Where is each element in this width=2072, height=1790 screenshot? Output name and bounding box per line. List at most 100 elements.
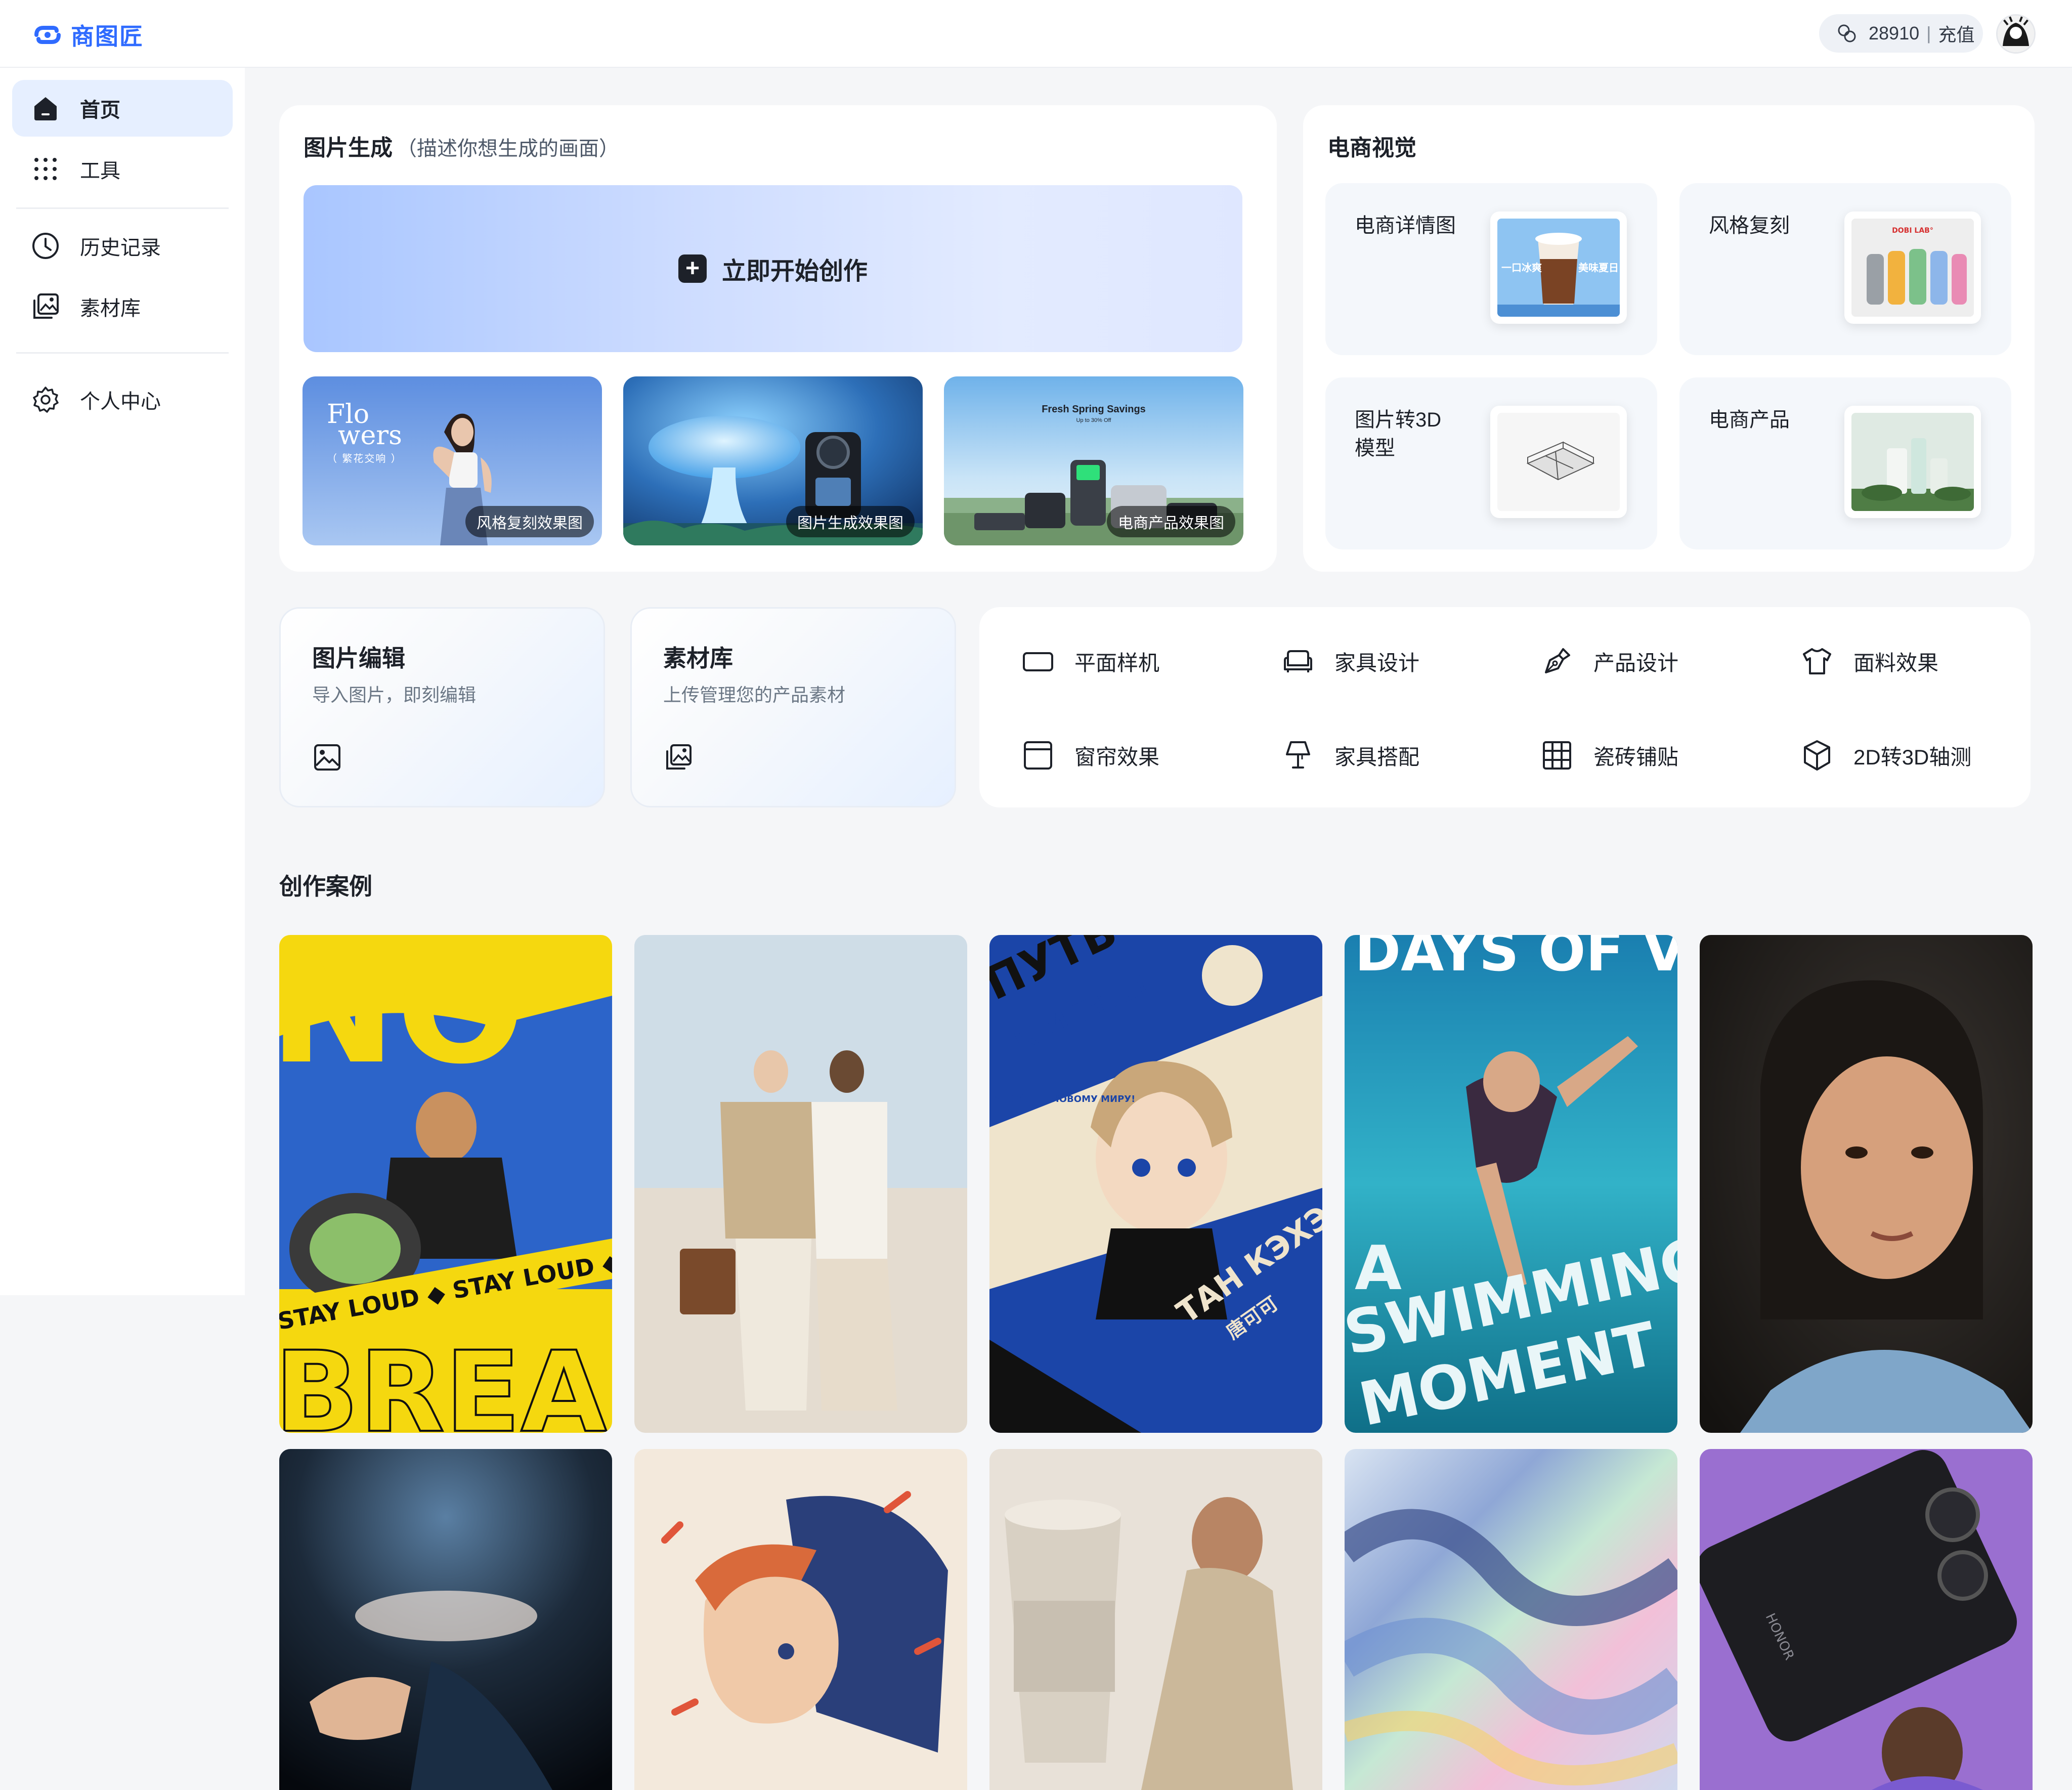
tool-card-title: 素材库	[663, 645, 733, 671]
image-edit-card[interactable]: 图片编辑 导入图片，即刻编辑	[279, 607, 605, 807]
example-tag: 电商产品效果图	[1107, 506, 1235, 537]
tshirt-icon	[1803, 648, 1831, 674]
cube-icon	[1804, 740, 1830, 771]
holographic-wave-image	[1345, 1449, 1677, 1790]
ecommerce-image-to-3d[interactable]: 图片转3D 模型	[1325, 377, 1657, 549]
sidebar-item-history[interactable]: 历史记录	[12, 218, 233, 274]
case-motion-hand[interactable]	[279, 1449, 612, 1790]
sidebar-item-label: 素材库	[80, 297, 141, 320]
case-portrait-woman[interactable]	[1700, 935, 2033, 1433]
case-illustration-boy[interactable]	[634, 1449, 967, 1790]
credits-pill[interactable]: 28910 | 充值	[1819, 14, 1983, 53]
tool-card-title: 图片编辑	[312, 645, 405, 671]
ecommerce-item-label: 风格复刻	[1709, 215, 1790, 237]
example-text: wers	[338, 420, 402, 451]
gear-icon	[33, 387, 59, 413]
ecommerce-visual-title: 电商视觉	[1327, 136, 1416, 160]
sidebar-item-label: 首页	[80, 99, 120, 121]
example-text: （ 繁花交响 ）	[327, 452, 402, 464]
case-anime-poster[interactable]: ПУТЬ К МЕЧТЕ! ВПЕРЁД, К НОВОМУ МИРУ! ТАН…	[989, 935, 1322, 1433]
lamp-icon	[1286, 741, 1310, 769]
tool-flat-mockup[interactable]: 平面样机	[1022, 638, 1159, 684]
tool-curtain-effect[interactable]: 窗帘效果	[1022, 733, 1159, 778]
brand-logo-icon	[34, 26, 61, 44]
plus-icon: +	[678, 254, 707, 283]
tool-furniture-design[interactable]: 家具设计	[1282, 638, 1419, 684]
preview-text: 一口冰爽	[1501, 262, 1542, 274]
start-creation-button[interactable]: + 立即开始创作	[304, 185, 1242, 352]
case-swimming-poster[interactable]: DAYS OF VIGOR A SWIMMING MOMENT	[1345, 935, 1677, 1433]
motion-blur-figure-image	[279, 1449, 612, 1790]
image-icon	[314, 744, 340, 771]
user-avatar[interactable]	[1996, 14, 2036, 54]
material-library-card[interactable]: 素材库 上传管理您的产品素材	[630, 607, 956, 807]
tool-2d-to-3d[interactable]: 2D转3D轴测	[1801, 733, 1971, 778]
woman-portrait-image	[1700, 935, 2033, 1433]
smartphone-hand-image: HONOR	[1700, 1449, 2033, 1790]
ecommerce-item-preview	[1490, 406, 1627, 518]
case-fashion-duo[interactable]	[634, 935, 967, 1433]
ecommerce-item-label: 图片转3D 模型	[1355, 406, 1441, 462]
tile-grid-icon	[1543, 741, 1571, 770]
case-holographic[interactable]	[1345, 1449, 1677, 1790]
case-phone-honor[interactable]: HONOR	[1700, 1449, 2033, 1790]
image-library-icon	[666, 744, 692, 770]
tool-furniture-match[interactable]: 家具搭配	[1282, 733, 1419, 778]
poster-text: NO	[279, 935, 525, 1097]
home-icon	[34, 97, 57, 120]
ecommerce-style-replica[interactable]: 风格复刻 DOBI LAB°	[1679, 183, 2011, 355]
coin-icon	[1838, 24, 1856, 42]
poster-text: DAYS OF VIGOR	[1355, 935, 1677, 984]
ecommerce-item-label: 电商详情图	[1355, 215, 1456, 237]
example-tag: 图片生成效果图	[786, 506, 915, 537]
tool-product-design[interactable]: 产品设计	[1541, 638, 1678, 684]
sidebar-item-profile[interactable]: 个人中心	[12, 371, 233, 428]
ecommerce-product[interactable]: 电商产品	[1679, 377, 2011, 549]
ecommerce-item-label-line: 图片转3D	[1355, 409, 1442, 431]
illustration-image	[634, 1449, 967, 1790]
two-men-beach-image	[634, 935, 967, 1433]
sidebar-item-library[interactable]: 素材库	[12, 278, 233, 335]
start-creation-label: 立即开始创作	[721, 258, 868, 285]
case-coffee-woman[interactable]	[989, 1449, 1322, 1790]
ecommerce-item-label-line: 模型	[1355, 437, 1395, 459]
cases-title: 创作案例	[279, 873, 372, 900]
tool-tile-paving[interactable]: 瓷砖铺贴	[1541, 733, 1678, 778]
sidebar-item-label: 工具	[80, 160, 120, 182]
sidebar-item-tools[interactable]: 工具	[12, 141, 233, 197]
tool-label: 家具搭配	[1334, 745, 1420, 769]
bottles-image: DOBI LAB°	[1851, 219, 1974, 317]
floor-plan-3d-image	[1497, 413, 1620, 511]
poster-text: BREAKS	[279, 1328, 612, 1433]
example-style-replica[interactable]: Flo wers （ 繁花交响 ） 风格复刻效果图	[303, 376, 602, 545]
tool-card-desc: 导入图片，即刻编辑	[312, 685, 477, 705]
app-logo[interactable]: 商图匠	[32, 18, 144, 52]
sidebar-item-home[interactable]: 首页	[12, 80, 233, 137]
sidebar-item-label: 个人中心	[80, 391, 161, 413]
credits-separator: |	[1926, 23, 1931, 44]
coffee-drink-image: 一口冰爽 美味夏日	[1497, 219, 1620, 317]
sidebar-divider	[16, 207, 229, 209]
pen-tool-icon	[1545, 648, 1570, 673]
recharge-button[interactable]: 充值	[1938, 20, 1974, 47]
tool-card-desc: 上传管理您的产品素材	[663, 685, 846, 705]
case-poster-no-breaks[interactable]: NO STAY LOUD ◆ STAY LOUD ◆ STAY LOU BREA…	[279, 935, 612, 1433]
tool-label: 平面样机	[1074, 651, 1160, 675]
example-ecommerce-product[interactable]: Fresh Spring Savings Up to 30% Off 电商产品效…	[944, 376, 1243, 545]
ecommerce-item-preview: DOBI LAB°	[1844, 211, 1981, 324]
ecommerce-item-preview: 一口冰爽 美味夏日	[1490, 211, 1627, 324]
clock-icon	[32, 233, 59, 259]
tool-fabric-effect[interactable]: 面料效果	[1801, 638, 1938, 684]
image-generation-title: 图片生成 （描述你想生成的画面）	[304, 130, 619, 162]
cosmetics-image	[1851, 413, 1974, 511]
mockup-icon	[1023, 652, 1053, 671]
poster-text: ВПЕРЁД, К НОВОМУ МИРУ!	[992, 1093, 1135, 1104]
preview-text: 美味夏日	[1578, 262, 1619, 274]
swimmer-poster-image: DAYS OF VIGOR A SWIMMING MOMENT	[1345, 935, 1677, 1433]
image-library-icon	[33, 293, 59, 319]
ecommerce-detail-image[interactable]: 电商详情图 一口冰爽 美味夏日	[1325, 183, 1657, 355]
ecommerce-item-preview	[1844, 406, 1981, 518]
example-image-generation[interactable]: 图片生成效果图	[623, 376, 923, 545]
section-subtitle: （描述你想生成的画面）	[397, 138, 619, 160]
example-text: Up to 30% Off	[1076, 417, 1111, 423]
